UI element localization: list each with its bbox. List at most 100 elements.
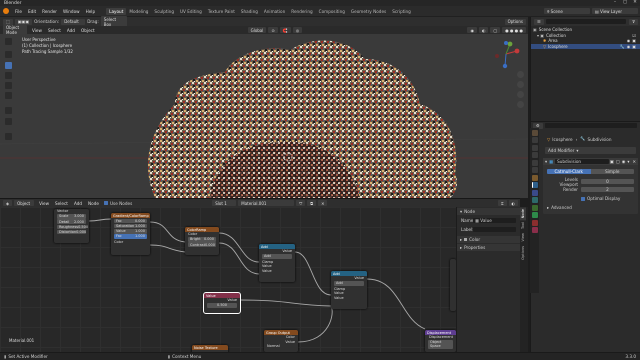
tab-layout[interactable]: Layout [106,7,127,15]
node-field-scale[interactable]: Scale 3.000 [57,214,86,219]
use-nodes-checkbox[interactable] [103,201,108,205]
outliner-item-icosphere[interactable]: ▽ Icosphere 🔧 ◉ ▣ [531,43,640,49]
filter-icon[interactable]: ⊽ [629,18,638,25]
collapse-icon[interactable]: ▾ [545,159,547,164]
blender-logo-icon[interactable] [3,8,9,14]
physics-tab-icon[interactable] [531,197,538,203]
shader-type-dropdown[interactable]: Object [14,200,35,206]
3d-viewport[interactable]: User Perspective (1) Collection | Icosph… [0,34,528,198]
node-menu-node[interactable]: Node [85,201,102,206]
viewport-menu-view[interactable]: View [29,28,45,33]
outliner-display-mode-icon[interactable]: ☰ [534,18,544,25]
material-selector[interactable]: Material.001 [238,200,295,206]
node-field[interactable]: Fac 0.000 [114,218,147,224]
tab-animation[interactable]: Animation [261,8,288,15]
render-display-icon[interactable]: ◉ [622,159,626,164]
constraints-tab-icon[interactable] [531,204,538,211]
camera-icon[interactable] [517,91,524,98]
visibility-icon[interactable]: ◉ [467,27,477,33]
remove-modifier-icon[interactable]: ✕ [632,159,636,164]
n-tab-node[interactable]: Node [520,207,526,221]
tab-geometry-nodes[interactable]: Geometry Nodes [348,8,389,15]
node-field[interactable]: Add [334,281,364,286]
annotate-tool[interactable] [5,107,12,114]
snap-icon[interactable]: 🧲 [279,27,291,33]
n-tab-view[interactable]: View [520,231,526,244]
node-value[interactable]: Value Value 0.500 [203,292,241,314]
node-menu-view[interactable]: View [36,201,52,206]
node-field[interactable]: Saturation 1.000 [114,223,147,229]
node-field[interactable]: Object Space [428,340,453,349]
camera-visibility-icon[interactable]: ▣ [632,38,636,43]
menu-edit[interactable]: Edit [25,9,39,14]
render-levels-field[interactable]: 2 [581,187,634,192]
modifier-menu-icon[interactable]: ▾ [627,159,629,164]
node-panel-header[interactable]: ▾ Node [457,208,520,215]
node-math-add-1[interactable]: Add Value Add Clamp Value Value [259,244,295,282]
shading-mode-icons[interactable]: ● ● ● ● [502,27,526,33]
viewport-menu-add[interactable]: Add [64,28,78,33]
node-field[interactable]: Contrast 0.000 [188,242,216,247]
optimal-display-checkbox[interactable] [581,196,585,201]
editor-type-icon[interactable]: ◈ [3,200,13,206]
node-menu-add[interactable]: Add [71,201,85,206]
mode-icons[interactable]: ▣▣▣ [14,18,33,25]
node-noise-texture-2[interactable]: Noise Texture [192,345,228,352]
node-field-distortion[interactable]: Distortion 0.000 [57,229,86,235]
output-tab-icon[interactable] [531,144,538,151]
unlink-icon[interactable]: ✕ [318,200,328,206]
particles-tab-icon[interactable] [531,189,538,196]
checkbox-icon[interactable]: ☑ [632,33,636,38]
rotate-tool[interactable] [5,72,12,79]
tab-shading[interactable]: Shading [238,8,261,15]
node-field-roughness[interactable]: Roughness 0.500 [57,224,88,230]
fake-user-icon[interactable]: ⛉ [296,200,306,206]
node-group-output[interactable]: Group Output Color Value Normal [264,330,298,352]
node-name-field[interactable]: ▦ Value [473,218,516,223]
properties-panel-header[interactable]: ▸ Properties [457,244,520,251]
navigation-gizmo[interactable] [492,40,524,70]
select-box-tool[interactable] [5,38,12,45]
perspective-grid-icon[interactable] [517,101,524,108]
overlay-node-icon[interactable]: ◐ [508,200,518,206]
tab-rendering[interactable]: Rendering [288,8,315,15]
transform-tool[interactable] [5,92,12,99]
node-label-field[interactable] [473,227,516,232]
node-field[interactable]: Add [262,254,292,259]
node-menu-select[interactable]: Select [52,201,71,206]
tab-uv-editing[interactable]: UV Editing [177,8,205,15]
camera-visibility-icon[interactable]: ▣ [632,44,636,49]
scene-selector[interactable]: ⌾ Scene [544,8,590,14]
options-dropdown[interactable]: Options [504,18,526,25]
scene-tab-icon[interactable] [531,159,538,166]
properties-search-input[interactable] [544,123,637,128]
n-tab-tool[interactable]: Tool [520,220,526,231]
node-color-ramp[interactable]: Gradient/ColorRamp Fac 0.000 Saturation 1.… [111,213,150,255]
proportional-edit-icon[interactable]: ◎ [292,27,303,33]
node-math-add-2[interactable]: Add Value Add Clamp Value Value [331,271,367,309]
node-editor-canvas[interactable]: Vector Scale 3.000 Detail 2.000 Roughness 0… [0,207,456,352]
viewport-menu-select[interactable]: Select [45,28,64,33]
node-noise-texture[interactable]: Vector Scale 3.000 Detail 2.000 Roughness 0… [54,209,89,243]
data-tab-icon[interactable] [531,212,538,218]
node-color-ramp-2[interactable]: ColorRamp Color Bright 0.000 Contrast 0.00… [185,227,219,255]
render-tab-icon[interactable] [531,137,538,143]
tab-simple[interactable]: Simple [590,169,634,174]
slot-dropdown[interactable]: Slot 1 [212,200,237,206]
menu-help[interactable]: Help [83,9,99,14]
object-tab-icon[interactable] [531,174,538,181]
tab-texture-paint[interactable]: Texture Paint [205,8,238,15]
zoom-icon[interactable] [517,71,524,78]
material-tab-icon[interactable] [531,219,538,226]
move-tool[interactable] [5,62,12,69]
scale-tool[interactable] [5,82,12,89]
orientation-dropdown[interactable]: Default [61,18,86,25]
viewport-menu-object[interactable]: Object [78,28,98,33]
transform-orientation-dropdown[interactable]: Global [247,27,267,33]
eye-icon[interactable]: ◉ [627,44,631,49]
snap-node-icon[interactable]: ⌗ [498,200,507,206]
pan-hand-icon[interactable] [517,81,524,88]
xray-icon[interactable]: ▢ [490,27,501,33]
color-panel-header[interactable]: ▸ Color [457,236,520,243]
levels-viewport-field[interactable]: 0 [581,179,634,184]
